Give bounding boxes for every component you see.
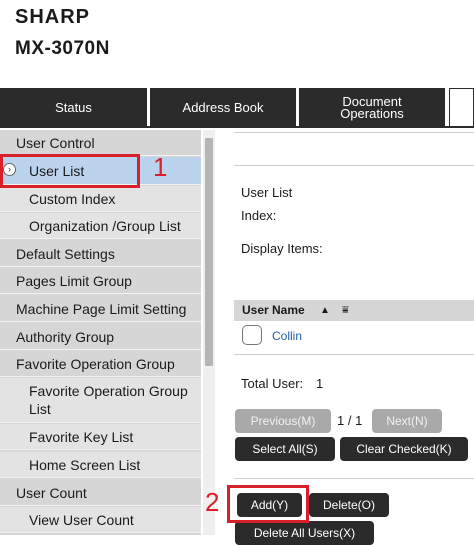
tab-document-operations[interactable]: Document Operations: [299, 88, 445, 127]
section-title: User List: [241, 185, 293, 200]
main-divider-top: [234, 132, 474, 133]
table-row: [234, 321, 474, 355]
clear-checked-button[interactable]: Clear Checked(K): [340, 437, 468, 461]
tab-status[interactable]: Status: [0, 88, 147, 127]
page-indicator: 1 / 1: [337, 413, 363, 428]
buttons-divider: [234, 478, 474, 479]
sidebar-item-favorite-operation-group[interactable]: Favorite Operation Group: [0, 351, 201, 377]
model-name: MX-3070N: [15, 38, 110, 59]
annotation-label-1: 1: [153, 152, 168, 182]
sidebar-item-view-user-count[interactable]: View User Count: [0, 507, 201, 533]
main-divider: [234, 165, 474, 166]
sidebar-item-organization-group-list[interactable]: Organization /Group List: [0, 213, 201, 239]
sidebar-item-machine-page-limit[interactable]: Machine Page Limit Setting: [0, 296, 201, 322]
tab-divider: [0, 126, 474, 128]
total-user-value: 1: [316, 376, 324, 391]
index-label: Index:: [241, 208, 277, 223]
row-checkbox[interactable]: [242, 325, 262, 345]
user-name-link[interactable]: Collin: [272, 329, 302, 343]
delete-button[interactable]: Delete(O): [309, 493, 389, 517]
sidebar-item-custom-index[interactable]: Custom Index: [0, 186, 201, 212]
sidebar-item-home-screen-list[interactable]: Home Screen List: [0, 452, 201, 478]
annotation-box-1: [0, 154, 140, 188]
sort-ascending-icon[interactable]: ▲: [320, 300, 330, 321]
sidebar-item-favorite-key-list[interactable]: Favorite Key List: [0, 424, 201, 450]
sidebar-scroll-thumb[interactable]: [205, 138, 213, 366]
total-user-label: Total User:: [241, 376, 304, 391]
sidebar-item-pages-limit-group[interactable]: Pages Limit Group: [0, 268, 201, 294]
sidebar-item-favorite-operation-group-list[interactable]: Favorite Operation Group List: [0, 378, 201, 423]
display-items-label: Display Items:: [241, 241, 323, 256]
tab-active-partial[interactable]: [449, 88, 474, 127]
sidebar-item-user-control[interactable]: User Control: [0, 130, 201, 156]
next-page-button[interactable]: Next(N): [372, 409, 442, 433]
sidebar-item-user-count[interactable]: User Count: [0, 480, 201, 506]
user-table-header: User Name ▲ ⩸: [234, 300, 474, 321]
select-all-button[interactable]: Select All(S): [235, 437, 335, 461]
delete-all-users-button[interactable]: Delete All Users(X): [235, 521, 374, 545]
annotation-label-2: 2: [205, 487, 220, 517]
filter-icon[interactable]: ⩸: [342, 300, 349, 321]
tab-address-book[interactable]: Address Book: [150, 88, 296, 127]
brand-logo: SHARP: [15, 6, 91, 28]
previous-page-button[interactable]: Previous(M): [235, 409, 331, 433]
column-header-user-name[interactable]: User Name: [242, 300, 305, 321]
sidebar-item-default-settings[interactable]: Default Settings: [0, 241, 201, 267]
sidebar-item-authority-group[interactable]: Authority Group: [0, 324, 201, 350]
annotation-box-2: [227, 485, 309, 523]
